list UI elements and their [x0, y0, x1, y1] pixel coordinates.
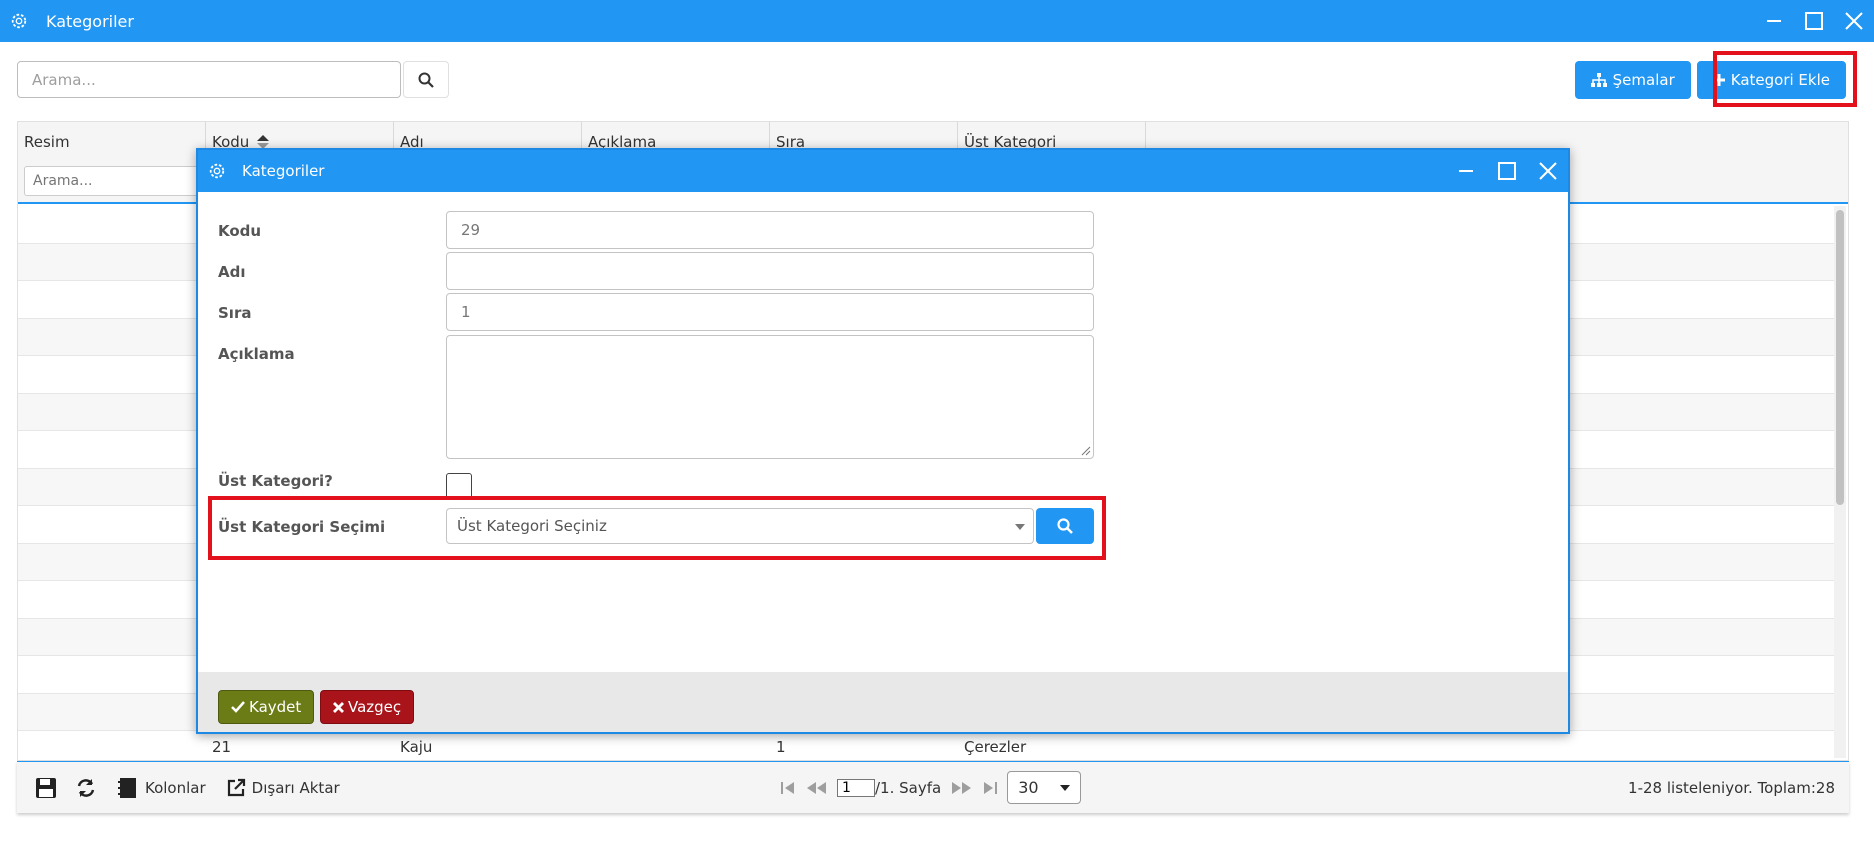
adi-label: Adı	[218, 263, 246, 281]
modal-minimize-button[interactable]	[1445, 150, 1486, 192]
window-title: Kategoriler	[46, 11, 134, 31]
cell-kodu: 21	[212, 738, 232, 756]
refresh-icon	[77, 778, 95, 797]
close-icon	[1538, 162, 1557, 180]
schemas-button[interactable]: Şemalar	[1574, 61, 1691, 99]
export-label: Dışarı Aktar	[251, 778, 340, 797]
columns-label: Kolonlar	[145, 778, 206, 797]
category-modal: Kategoriler Kodu 29 Adı Sıra 1 Açıklama …	[196, 148, 1570, 734]
cell-ust-kategori: Çerezler	[964, 738, 1027, 756]
times-icon	[333, 701, 344, 713]
modal-gear-icon	[208, 162, 226, 180]
modal-close-button[interactable]	[1527, 150, 1568, 192]
adi-field[interactable]	[446, 252, 1094, 290]
refresh-button[interactable]	[75, 777, 97, 799]
record-count-status: 1-28 listeleniyor. Toplam:28	[1628, 779, 1835, 797]
modal-maximize-button[interactable]	[1486, 150, 1527, 192]
resize-handle-icon[interactable]	[1081, 446, 1091, 456]
ust-kategori-label: Üst Kategori?	[218, 472, 333, 490]
search-button[interactable]	[403, 61, 449, 98]
floppy-disk-icon	[36, 777, 56, 798]
sitemap-icon	[1590, 73, 1607, 87]
previous-page-icon[interactable]	[805, 779, 829, 797]
page-number-input[interactable]	[837, 778, 875, 797]
page-indicator: /1. Sayfa	[837, 778, 942, 797]
maximize-icon	[1497, 162, 1516, 180]
grid-footer: Kolonlar Dışarı Aktar /1. Sayfa 30 1-28 …	[17, 761, 1849, 813]
close-button[interactable]	[1834, 0, 1874, 42]
sira-field[interactable]: 1	[446, 293, 1094, 331]
page-suffix: /1. Sayfa	[875, 778, 942, 797]
minimize-button[interactable]	[1754, 0, 1794, 42]
export-button[interactable]: Dışarı Aktar	[226, 778, 340, 798]
save-button[interactable]: Kaydet	[218, 690, 315, 724]
first-page-icon[interactable]	[779, 779, 797, 797]
minimize-icon	[1458, 170, 1473, 172]
aciklama-label: Açıklama	[218, 345, 295, 363]
maximize-button[interactable]	[1794, 0, 1834, 42]
maximize-icon	[1805, 12, 1823, 30]
external-link-icon	[227, 778, 245, 796]
modal-titlebar: Kategoriler	[198, 150, 1568, 192]
aciklama-textarea[interactable]	[446, 335, 1094, 459]
modal-footer: Kaydet Vazgeç	[198, 672, 1568, 732]
next-page-icon[interactable]	[949, 779, 973, 797]
last-page-icon[interactable]	[981, 779, 999, 797]
highlight-ust-kategori-secimi	[208, 496, 1106, 560]
search-icon	[418, 72, 434, 88]
search-input[interactable]	[17, 61, 401, 98]
minimize-icon	[1767, 20, 1781, 22]
sira-label: Sıra	[218, 304, 252, 322]
filter-input-resim[interactable]	[24, 166, 200, 196]
window-titlebar: Kategoriler	[0, 0, 1874, 42]
table-row[interactable]: 21 Kaju 1 Çerezler	[18, 734, 1848, 760]
kodu-field[interactable]: 29	[446, 211, 1094, 249]
kodu-label: Kodu	[218, 222, 262, 240]
columns-icon	[118, 777, 136, 798]
page-size-select[interactable]: 30	[1007, 771, 1082, 804]
column-header-resim[interactable]: Resim	[18, 122, 206, 162]
schemas-label: Şemalar	[1612, 71, 1675, 89]
close-icon	[1845, 12, 1863, 30]
save-layout-button[interactable]	[35, 777, 57, 799]
columns-button[interactable]: Kolonlar	[117, 777, 206, 799]
chevron-down-icon	[1060, 785, 1071, 791]
pager: /1. Sayfa 30	[779, 771, 1082, 804]
cell-adi: Kaju	[400, 738, 433, 756]
check-icon	[231, 701, 245, 713]
app-gear-icon	[8, 10, 30, 32]
grid-scrollbar[interactable]	[1834, 206, 1846, 758]
scrollbar-thumb[interactable]	[1836, 210, 1844, 505]
search-bar	[17, 61, 449, 98]
highlight-add-category	[1713, 51, 1857, 107]
cell-sira: 1	[776, 738, 786, 756]
modal-title: Kategoriler	[242, 162, 325, 180]
cancel-button[interactable]: Vazgeç	[320, 690, 415, 724]
